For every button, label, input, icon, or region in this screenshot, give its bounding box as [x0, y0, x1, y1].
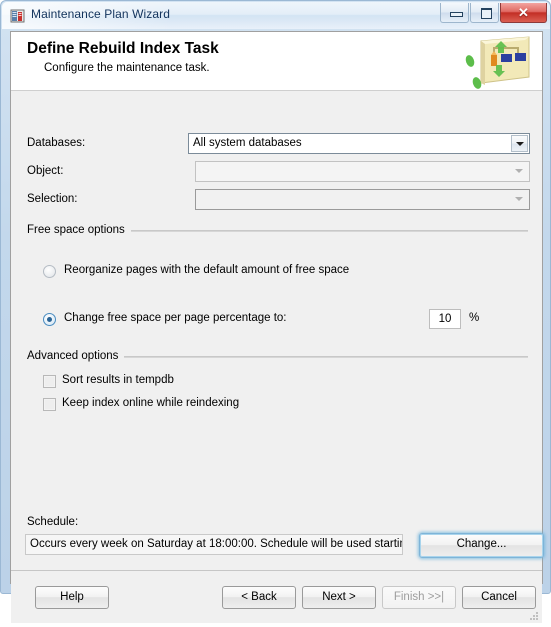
advanced-options-group-label: Advanced options [27, 350, 125, 362]
reorganize-pages-radio[interactable] [43, 265, 56, 278]
free-space-percent-input[interactable]: 10 [429, 309, 461, 329]
sort-results-in-tempdb-checkbox[interactable] [43, 375, 56, 388]
minimize-icon [450, 12, 463, 17]
next-button[interactable]: Next > [302, 586, 376, 609]
object-label: Object: [27, 165, 64, 177]
minimize-button[interactable] [440, 3, 469, 23]
change-free-space-radio[interactable] [43, 313, 56, 326]
change-free-space-label: Change free space per page percentage to… [64, 312, 287, 324]
keep-index-online-checkbox[interactable] [43, 398, 56, 411]
free-space-options-divider [124, 230, 528, 232]
chevron-down-icon[interactable] [511, 163, 528, 180]
dialog-footer: Help < Back Next > Finish >>| Cancel [11, 571, 542, 623]
maximize-button[interactable] [470, 3, 499, 23]
wizard-body: Databases: All system databases Object: … [11, 91, 542, 553]
percent-sign-label: % [469, 312, 480, 324]
resize-grip-icon[interactable] [527, 609, 539, 621]
close-button[interactable]: ✕ [500, 3, 547, 23]
object-combobox[interactable] [195, 161, 530, 182]
wizard-header-banner: Define Rebuild Index Task Configure the … [11, 32, 542, 91]
sort-results-in-tempdb-label: Sort results in tempdb [62, 374, 174, 386]
schedule-label: Schedule: [27, 516, 79, 528]
advanced-options-divider [113, 356, 528, 358]
page-title: Define Rebuild Index Task [27, 40, 219, 57]
finish-button: Finish >>| [382, 586, 456, 609]
cancel-button[interactable]: Cancel [462, 586, 536, 609]
wizard-window: Maintenance Plan Wizard ✕ Define Rebuild… [0, 0, 551, 623]
help-button[interactable]: Help [35, 586, 109, 609]
maximize-icon [481, 8, 492, 19]
databases-value: All system databases [193, 137, 302, 149]
keep-index-online-label: Keep index online while reindexing [62, 397, 240, 409]
schedule-value: Occurs every week on Saturday at 18:00:0… [30, 538, 403, 550]
rebuild-index-task-icon [455, 33, 535, 90]
selection-combobox[interactable] [195, 189, 530, 210]
selection-label: Selection: [27, 193, 78, 205]
schedule-textbox[interactable]: Occurs every week on Saturday at 18:00:0… [25, 534, 403, 555]
databases-combobox[interactable]: All system databases [188, 133, 530, 154]
back-button[interactable]: < Back [222, 586, 296, 609]
window-title: Maintenance Plan Wizard [31, 7, 171, 21]
change-schedule-button[interactable]: Change... [419, 533, 544, 558]
title-bar: Maintenance Plan Wizard ✕ [2, 2, 550, 29]
page-subtitle: Configure the maintenance task. [44, 62, 210, 74]
chevron-down-icon[interactable] [511, 135, 528, 152]
free-space-options-group-label: Free space options [27, 224, 131, 236]
close-icon: ✕ [518, 5, 529, 20]
dialog-client-area: Define Rebuild Index Task Configure the … [10, 31, 544, 623]
window-controls: ✕ [440, 3, 547, 23]
reorganize-pages-label: Reorganize pages with the default amount… [64, 264, 350, 276]
chevron-down-icon[interactable] [511, 191, 528, 208]
maintenance-plan-icon [10, 8, 26, 24]
databases-label: Databases: [27, 137, 86, 149]
